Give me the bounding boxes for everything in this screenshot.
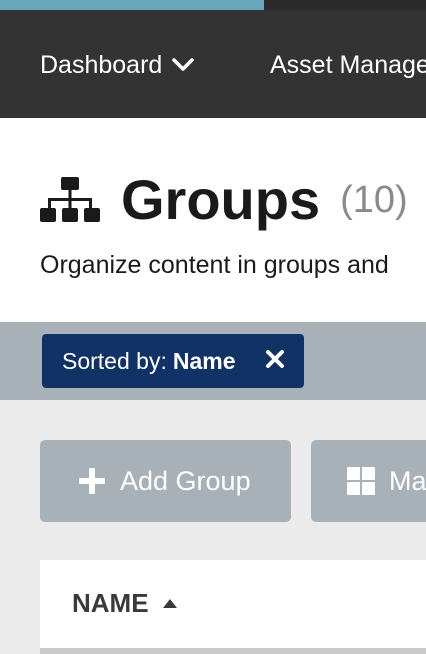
nav-item-label: Dashboard (40, 51, 163, 79)
grid-icon (347, 467, 375, 495)
column-header-name[interactable]: NAME (72, 588, 177, 619)
title-row: Groups (10) (40, 170, 408, 230)
page-description: Organize content in groups and (40, 251, 389, 279)
sort-chip[interactable]: Sorted by: Name (42, 334, 304, 388)
page-header: Groups (10) Organize content in groups a… (0, 118, 426, 322)
sort-label: Sorted by: (62, 347, 167, 374)
groups-table: NAME (40, 560, 426, 654)
manage-button[interactable]: Ma (311, 440, 426, 522)
group-count: (10) (340, 179, 408, 221)
sort-bar: Sorted by: Name (0, 322, 426, 400)
page-title: Groups (121, 168, 321, 231)
accent-strip (0, 0, 264, 10)
add-group-label: Add Group (120, 465, 251, 496)
column-header-label: NAME (72, 588, 149, 618)
plus-icon (79, 468, 105, 494)
top-accent-bar (0, 0, 426, 10)
nav-item-label: Asset Manage (270, 51, 426, 79)
chevron-down-icon (172, 58, 195, 71)
nav-item-dashboard[interactable]: Dashboard (40, 50, 195, 80)
content-area: Add Group Ma NAME (0, 400, 426, 654)
add-group-button[interactable]: Add Group (40, 440, 291, 522)
main-nav: Dashboard Asset Manage (0, 10, 426, 118)
sort-ascending-icon (162, 599, 177, 608)
tree-icon (40, 177, 100, 222)
manage-label: Ma (389, 465, 426, 496)
close-icon[interactable] (264, 348, 286, 370)
sort-value: Name (172, 347, 236, 374)
nav-item-asset-management[interactable]: Asset Manage (270, 50, 426, 80)
